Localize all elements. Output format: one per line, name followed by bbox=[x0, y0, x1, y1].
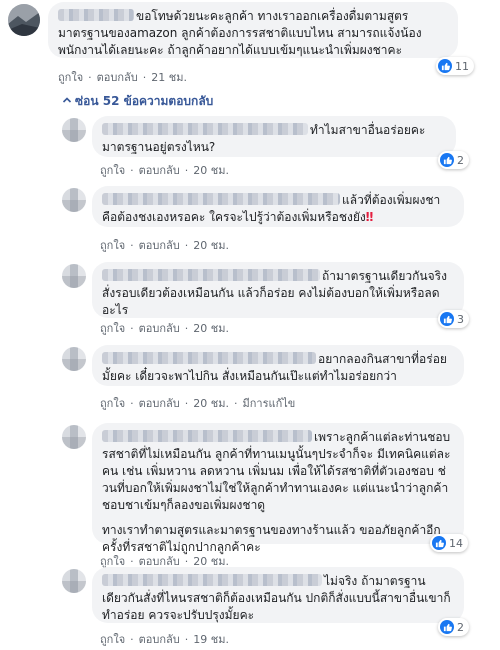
thumbs-up-icon bbox=[438, 59, 452, 73]
profile-photo-icon bbox=[8, 4, 40, 36]
reaction-count[interactable]: 2 bbox=[438, 151, 469, 169]
timestamp[interactable]: 19 ชม. bbox=[193, 630, 229, 648]
comment-bubble: ขอโทษด้วยนะคะลูกค้า ทางเราออกเครื่องดื่ม… bbox=[48, 2, 458, 58]
reply-bubble: เพราะลูกค้าแต่ละท่านชอบรสชาติที่ไม่เหมือ… bbox=[92, 423, 464, 554]
commenter-name[interactable] bbox=[102, 430, 312, 442]
reaction-count[interactable]: 2 bbox=[438, 618, 469, 636]
commenter-name[interactable] bbox=[102, 269, 320, 281]
avatar[interactable] bbox=[62, 347, 86, 371]
reply-bubble: ทำไมสาขาอื่นอร่อยคะ มาตรฐานอยู่ตรงไหน? bbox=[92, 116, 456, 157]
avatar[interactable] bbox=[62, 188, 86, 212]
reply-bubble: อยากลองกินสาขาที่อร่อยมั้ยคะ เดี๋ยวจะพาไ… bbox=[92, 345, 464, 386]
commenter-name[interactable] bbox=[102, 352, 316, 364]
double-exclamation-emoji: ‼ bbox=[365, 210, 374, 224]
hide-replies-label: ซ่อน 52 ข้อความตอบกลับ bbox=[75, 94, 214, 108]
like-link[interactable]: ถูกใจ bbox=[100, 236, 125, 254]
reaction-count[interactable]: 3 bbox=[438, 310, 469, 328]
reply-bubble: ไม่จริง ถ้ามาตรฐานเดียวกันสั่งที่ไหนรสชา… bbox=[92, 567, 464, 623]
reply-link[interactable]: ตอบกลับ bbox=[139, 161, 180, 179]
timestamp[interactable]: 20 ชม. bbox=[193, 236, 229, 254]
reply-actions: ถูกใจ · ตอบกลับ · 20 ชม. · มีการแก้ไข bbox=[100, 394, 295, 412]
reaction-number: 14 bbox=[449, 536, 463, 550]
reply-link[interactable]: ตอบกลับ bbox=[139, 319, 180, 337]
reply-bubble: ถ้ามาตรฐานเดียวกันจริงสั่งรอบเดียวต้องเห… bbox=[92, 262, 464, 318]
edited-label[interactable]: มีการแก้ไข bbox=[242, 394, 295, 412]
thumbs-up-icon bbox=[432, 536, 446, 550]
like-link[interactable]: ถูกใจ bbox=[58, 68, 83, 86]
reaction-count[interactable]: 14 bbox=[430, 534, 468, 552]
reply-link[interactable]: ตอบกลับ bbox=[139, 236, 180, 254]
reply-text-second-paragraph: ทางเราทำตามสูตรและมาตรฐานของทางร้านแล้ว … bbox=[102, 523, 441, 554]
reaction-number: 3 bbox=[457, 312, 464, 326]
commenter-name[interactable] bbox=[102, 193, 340, 205]
reply-text: เพราะลูกค้าแต่ละท่านชอบรสชาติที่ไม่เหมือ… bbox=[102, 430, 451, 512]
reaction-number: 11 bbox=[455, 59, 469, 73]
reaction-number: 2 bbox=[457, 153, 464, 167]
like-link[interactable]: ถูกใจ bbox=[100, 394, 125, 412]
thumbs-up-icon bbox=[440, 153, 454, 167]
timestamp[interactable]: 21 ชม. bbox=[151, 68, 187, 86]
avatar[interactable] bbox=[62, 118, 86, 142]
like-link[interactable]: ถูกใจ bbox=[100, 319, 125, 337]
avatar[interactable] bbox=[62, 264, 86, 288]
reply-link[interactable]: ตอบกลับ bbox=[139, 630, 180, 648]
reaction-number: 2 bbox=[457, 620, 464, 634]
avatar[interactable] bbox=[62, 569, 86, 593]
reply-actions: ถูกใจ · ตอบกลับ · 20 ชม. bbox=[100, 236, 229, 254]
like-link[interactable]: ถูกใจ bbox=[100, 161, 125, 179]
timestamp[interactable]: 20 ชม. bbox=[193, 319, 229, 337]
thumbs-up-icon bbox=[440, 312, 454, 326]
commenter-name[interactable] bbox=[102, 123, 308, 135]
comment-actions: ถูกใจ · ตอบกลับ · 21 ชม. bbox=[58, 68, 187, 86]
reply-actions: ถูกใจ · ตอบกลับ · 20 ชม. bbox=[100, 319, 229, 337]
avatar[interactable] bbox=[8, 4, 40, 36]
timestamp[interactable]: 20 ชม. bbox=[193, 161, 229, 179]
reply-link[interactable]: ตอบกลับ bbox=[139, 394, 180, 412]
commenter-name[interactable] bbox=[58, 9, 134, 21]
chevron-up-icon bbox=[62, 97, 72, 103]
reaction-count[interactable]: 11 bbox=[436, 57, 474, 75]
hide-replies-link[interactable]: ซ่อน 52 ข้อความตอบกลับ bbox=[62, 92, 213, 111]
reply-actions: ถูกใจ · ตอบกลับ · 19 ชม. bbox=[100, 630, 229, 648]
thumbs-up-icon bbox=[440, 620, 454, 634]
like-link[interactable]: ถูกใจ bbox=[100, 630, 125, 648]
commenter-name[interactable] bbox=[102, 574, 322, 586]
avatar[interactable] bbox=[62, 425, 86, 449]
reply-actions: ถูกใจ · ตอบกลับ · 20 ชม. bbox=[100, 161, 229, 179]
reply-bubble: แล้วที่ต้องเพิ่มผงชาคือต้องชงเองหรอคะ ใค… bbox=[92, 186, 464, 227]
timestamp[interactable]: 20 ชม. bbox=[193, 394, 229, 412]
reply-link[interactable]: ตอบกลับ bbox=[97, 68, 138, 86]
